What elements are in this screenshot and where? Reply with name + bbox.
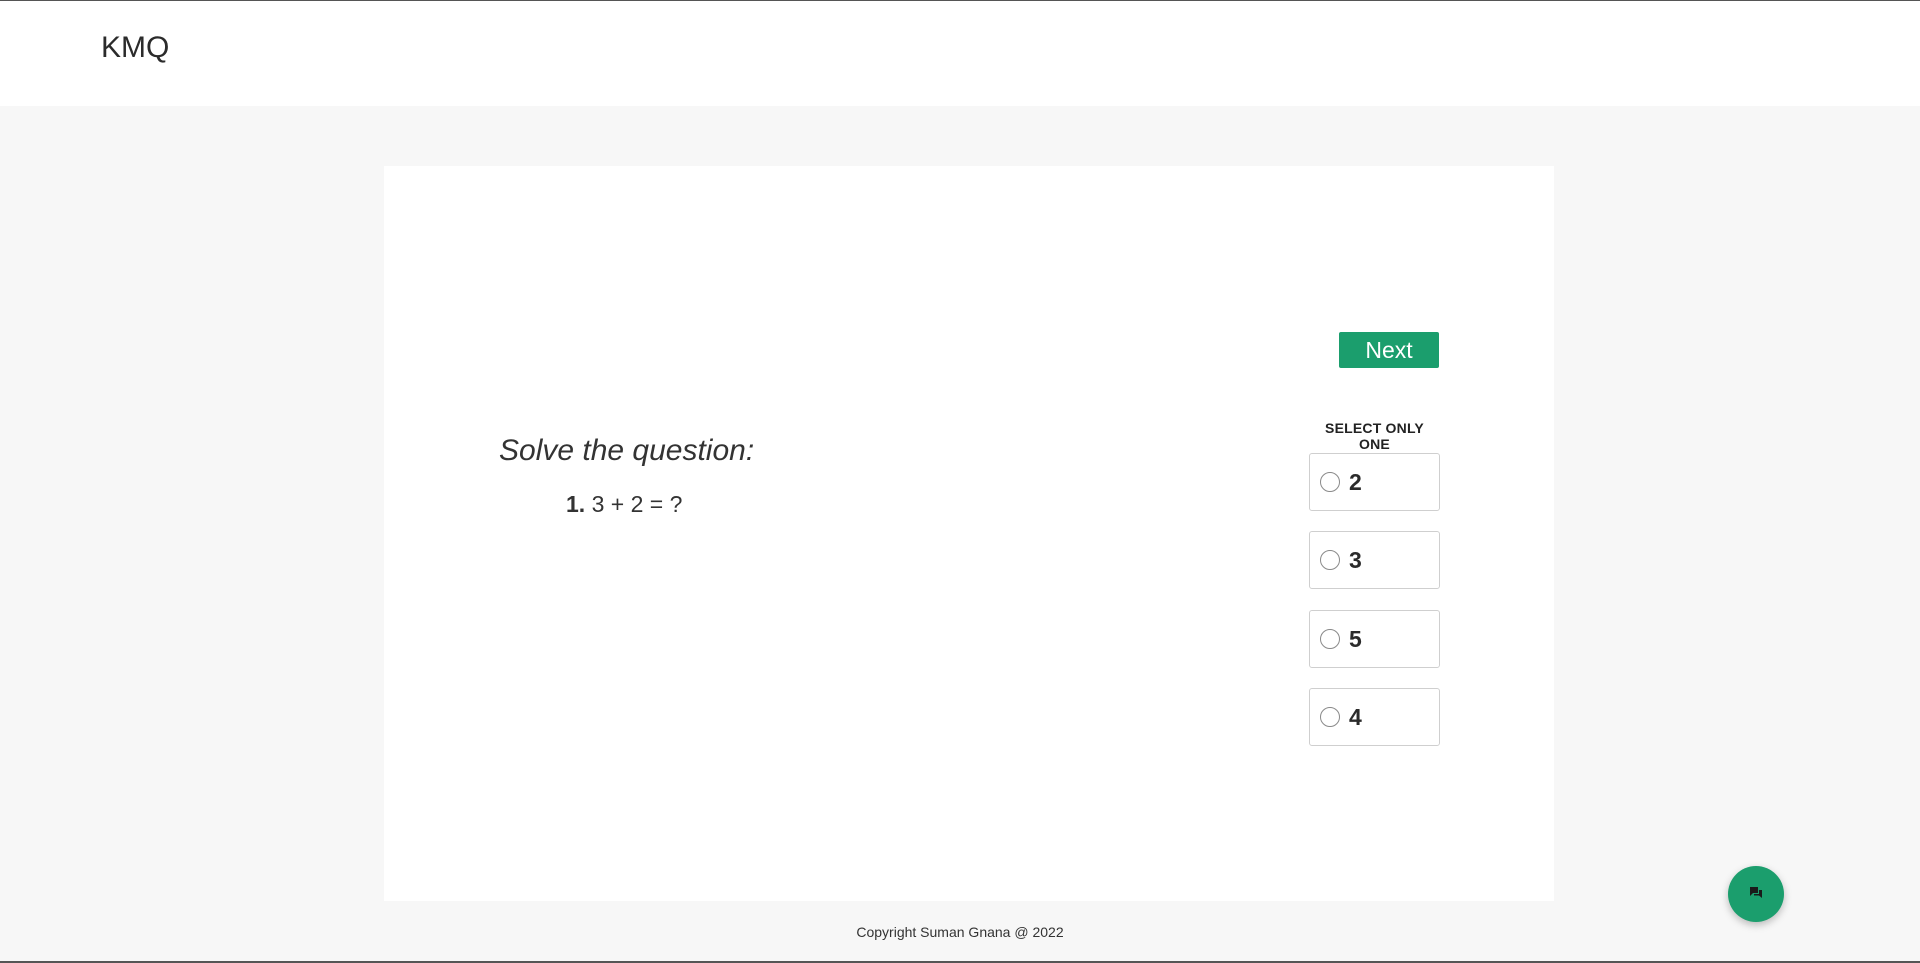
select-instruction: SELECT ONLY ONE bbox=[1325, 420, 1424, 452]
question-prompt: Solve the question: bbox=[499, 434, 755, 467]
answer-option[interactable]: 3 bbox=[1309, 531, 1440, 589]
answer-option[interactable]: 2 bbox=[1309, 453, 1440, 511]
question: 1. 3 + 2 = ? bbox=[566, 491, 682, 518]
chat-bubbles-icon bbox=[1749, 886, 1763, 903]
page: KMQ Next Solve the question: 1. 3 + 2 = … bbox=[0, 0, 1920, 963]
footer-copyright: Copyright Suman Gnana @ 2022 bbox=[856, 924, 1064, 940]
radio-button[interactable] bbox=[1320, 550, 1340, 570]
next-button[interactable]: Next bbox=[1339, 332, 1439, 368]
quiz-card: Next Solve the question: 1. 3 + 2 = ? SE… bbox=[384, 166, 1554, 901]
answer-option[interactable]: 5 bbox=[1309, 610, 1440, 668]
answer-option-label: 5 bbox=[1349, 625, 1362, 652]
chat-button[interactable] bbox=[1728, 866, 1784, 922]
answer-option[interactable]: 4 bbox=[1309, 688, 1440, 746]
question-text: 3 + 2 = ? bbox=[585, 491, 683, 517]
answer-option-label: 2 bbox=[1349, 468, 1362, 495]
radio-button[interactable] bbox=[1320, 707, 1340, 727]
question-number: 1. bbox=[566, 491, 586, 517]
answer-option-label: 3 bbox=[1349, 546, 1362, 573]
answer-option-label: 4 bbox=[1349, 703, 1362, 730]
radio-button[interactable] bbox=[1320, 472, 1340, 492]
top-navbar: KMQ bbox=[0, 0, 1920, 106]
radio-button[interactable] bbox=[1320, 629, 1340, 649]
brand-logo-link[interactable]: KMQ bbox=[101, 31, 169, 65]
